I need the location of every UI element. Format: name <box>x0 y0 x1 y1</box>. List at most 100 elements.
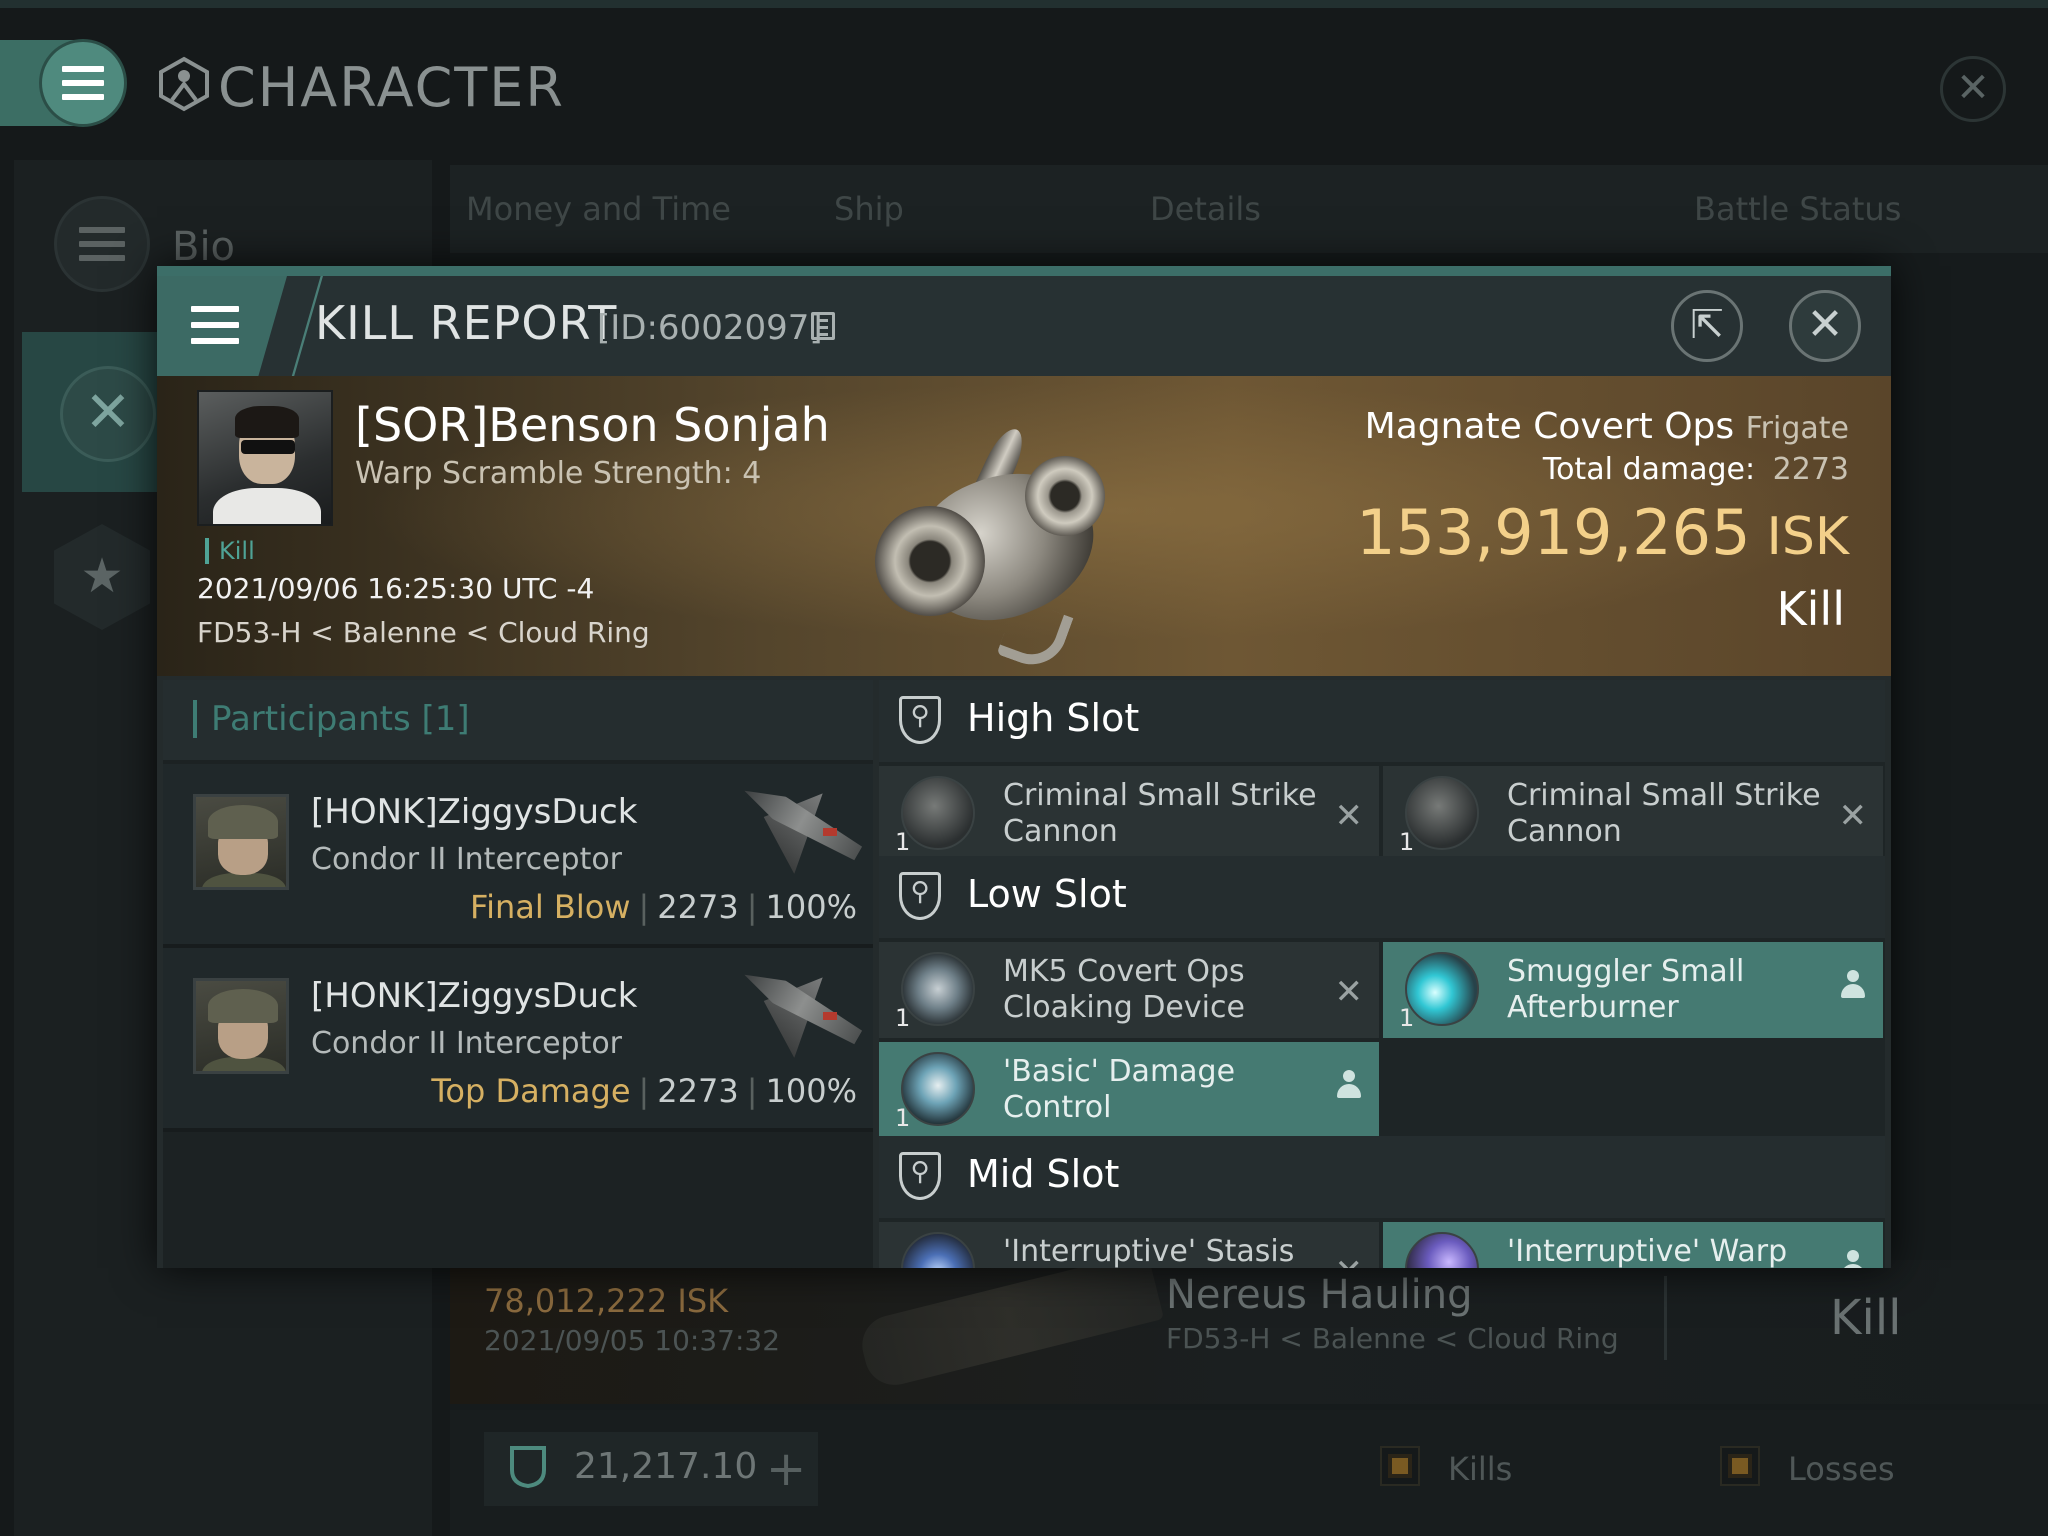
destroyed-x-icon: ✕ <box>1334 796 1364 836</box>
low-slot-header: Low Slot <box>879 856 1885 938</box>
tab-battle-status[interactable]: Battle Status <box>1694 190 1901 228</box>
swords-icon[interactable]: ✕ <box>60 366 156 462</box>
top-strip <box>0 0 2048 8</box>
kill-result: Kill <box>1776 582 1845 636</box>
page-title: CHARACTER <box>218 56 565 119</box>
kills-filter-label[interactable]: Kills <box>1448 1450 1512 1488</box>
fitting-item[interactable]: 1 Criminal Small Strike Cannon ✕ <box>1383 766 1883 862</box>
high-slot-title: High Slot <box>967 696 1140 740</box>
menu-icon <box>191 306 239 344</box>
warp-disruptor-icon <box>1405 1232 1479 1268</box>
item-quantity: 1 <box>895 1104 911 1132</box>
dropped-person-icon <box>1841 1250 1865 1268</box>
modal-close-button[interactable]: ✕ <box>1789 290 1861 362</box>
close-icon: ✕ <box>1956 65 1990 111</box>
destroyed-x-icon: ✕ <box>1335 1252 1364 1268</box>
main-menu-button[interactable] <box>42 42 124 124</box>
add-balance-button[interactable]: + <box>766 1436 806 1502</box>
victim-ship-name: Magnate Covert Ops <box>1364 406 1735 447</box>
participant-name[interactable]: [HONK]ZiggysDuck <box>311 976 637 1016</box>
fittings-panel: High Slot 1 Criminal Small Strike Cannon… <box>879 680 1885 1268</box>
kills-filter-checkbox[interactable] <box>1380 1446 1420 1486</box>
victim-portrait[interactable] <box>197 390 333 526</box>
kill-list-result: Kill <box>1830 1290 1902 1346</box>
participant-name[interactable]: [HONK]ZiggysDuck <box>311 792 637 832</box>
fitting-item[interactable]: 1 'Interruptive' Warp <box>1383 1222 1883 1268</box>
destroyed-x-icon: ✕ <box>1838 796 1868 836</box>
participant-ship: Condor II Interceptor <box>311 842 623 877</box>
kill-location: FD53-H < Balenne < Cloud Ring <box>197 616 650 649</box>
losses-filter-label[interactable]: Losses <box>1788 1450 1895 1488</box>
item-name: Criminal Small Strike Cannon <box>1003 778 1317 849</box>
stat-separator: | <box>638 888 650 926</box>
participant-ship-image <box>727 778 867 874</box>
item-quantity: 1 <box>1399 1004 1415 1032</box>
losses-filter-checkbox[interactable] <box>1720 1446 1760 1486</box>
isk-value: 153,919,265 ISK <box>1356 496 1849 569</box>
item-name: 'Basic' Damage Control <box>1003 1054 1236 1125</box>
participant-avatar[interactable] <box>193 794 289 890</box>
balance-icon <box>510 1446 546 1488</box>
participant-percent: 100% <box>765 1072 857 1110</box>
isk-unit: ISK <box>1766 507 1849 567</box>
dropped-person-icon <box>1841 970 1865 1006</box>
item-name: MK5 Covert Ops Cloaking Device <box>1003 954 1245 1025</box>
bio-tab-label[interactable]: Bio <box>172 224 235 270</box>
warp-scramble-strength: Warp Scramble Strength: 4 <box>355 456 762 491</box>
slot-icon <box>899 872 941 920</box>
victim-name[interactable]: [SOR]Benson Sonjah <box>355 398 830 452</box>
participant-row[interactable]: [HONK]ZiggysDuck Condor II Interceptor F… <box>163 764 873 944</box>
window-close-button[interactable]: ✕ <box>1940 56 2006 122</box>
fitting-item[interactable]: 1 'Interruptive' Stasis ✕ <box>879 1222 1379 1268</box>
character-icon <box>159 56 209 112</box>
damage-control-icon <box>901 1052 975 1126</box>
participant-avatar[interactable] <box>193 978 289 1074</box>
tab-ship[interactable]: Ship <box>834 190 904 228</box>
participants-title: Participants [1] <box>193 700 470 738</box>
kill-banner: [SOR]Benson Sonjah Warp Scramble Strengt… <box>157 376 1891 676</box>
stat-separator: | <box>746 888 758 926</box>
kill-datetime: 2021/09/06 16:25:30 UTC -4 <box>197 572 595 605</box>
participant-ship-image <box>727 962 867 1058</box>
tab-details[interactable]: Details <box>1150 190 1261 228</box>
close-icon: ✕ <box>1806 299 1844 350</box>
participant-role: Final Blow <box>470 888 631 926</box>
participant-percent: 100% <box>765 888 857 926</box>
strike-cannon-icon <box>1405 776 1479 850</box>
fitting-item[interactable]: 1 MK5 Covert Ops Cloaking Device ✕ <box>879 942 1379 1038</box>
kill-list-location: FD53-H < Balenne < Cloud Ring <box>1166 1322 1619 1355</box>
destroyed-x-icon: ✕ <box>1334 972 1364 1012</box>
slot-icon <box>899 696 941 744</box>
victim-ship: Magnate Covert Ops Frigate <box>1365 406 1849 447</box>
fitting-item[interactable]: 1 Smuggler Small Afterburner <box>1383 942 1883 1038</box>
fitting-item[interactable]: 1 'Basic' Damage Control <box>879 1042 1379 1138</box>
balance-value: 21,217.10 <box>574 1446 758 1487</box>
bio-tab-icon[interactable] <box>54 196 150 292</box>
item-name: 'Interruptive' Stasis <box>1003 1234 1295 1268</box>
participant-damage: 2273 <box>657 1072 739 1110</box>
participant-row[interactable]: [HONK]ZiggysDuck Condor II Interceptor T… <box>163 948 873 1128</box>
share-icon: ⇱ <box>1690 302 1724 348</box>
modal-title: KILL REPORT <box>315 296 618 350</box>
fitting-item[interactable]: 1 Criminal Small Strike Cannon ✕ <box>879 766 1379 862</box>
participant-ship: Condor II Interceptor <box>311 1026 623 1061</box>
copy-icon[interactable] <box>811 312 835 340</box>
participant-damage: 2273 <box>657 888 739 926</box>
share-button[interactable]: ⇱ <box>1671 290 1743 362</box>
total-damage: Total damage: 2273 <box>1543 452 1849 487</box>
cloaking-device-icon <box>901 952 975 1026</box>
kill-report-modal: KILL REPORT [ID:6002097] ⇱ ✕ [SOR]Benson… <box>157 266 1891 1268</box>
item-name: Criminal Small Strike Cannon <box>1507 778 1821 849</box>
divider <box>163 1128 873 1132</box>
kill-list-ship-name: Nereus Hauling <box>1166 1272 1473 1318</box>
mid-slot-header: Mid Slot <box>879 1136 1885 1218</box>
tab-money-and-time[interactable]: Money and Time <box>466 190 731 228</box>
high-slot-header: High Slot <box>879 680 1885 762</box>
divider <box>1664 1276 1667 1360</box>
star-icon: ★ <box>80 548 124 604</box>
item-name: Smuggler Small Afterburner <box>1507 954 1745 1025</box>
item-quantity: 1 <box>895 828 911 856</box>
low-slot-title: Low Slot <box>967 872 1127 916</box>
item-quantity: 1 <box>1399 828 1415 856</box>
mid-slot-title: Mid Slot <box>967 1152 1120 1196</box>
